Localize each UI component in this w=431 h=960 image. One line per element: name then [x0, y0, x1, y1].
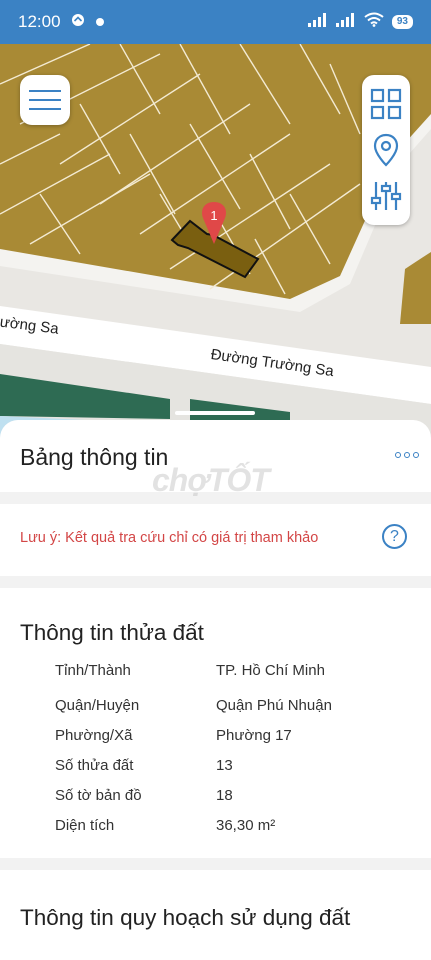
- more-icon[interactable]: [395, 448, 425, 462]
- wifi-icon: [364, 12, 384, 32]
- row-value: Phường 17: [216, 727, 292, 744]
- more-dot: [413, 452, 419, 458]
- panel-header: Bảng thông tin chợTỐT: [0, 420, 431, 498]
- grid-icon[interactable]: [366, 84, 406, 124]
- row-value: 13: [216, 757, 233, 774]
- menu-icon-bar: [29, 90, 61, 92]
- row-label: Số thửa đất: [55, 757, 134, 774]
- row-label: Quận/Huyện: [55, 697, 140, 714]
- signal-icon: [307, 12, 328, 32]
- menu-icon-bar: [29, 99, 61, 101]
- sliders-icon[interactable]: [366, 176, 406, 216]
- row-label: Tỉnh/Thành: [55, 662, 131, 679]
- battery-icon: 93: [391, 15, 413, 29]
- row-value: Quận Phú Nhuận: [216, 697, 332, 714]
- row-label: Diện tích: [55, 817, 115, 834]
- notification-icon: [71, 12, 85, 32]
- status-time: 12:00: [18, 12, 61, 31]
- row-label: Phường/Xã: [55, 727, 133, 744]
- row-value: TP. Hồ Chí Minh: [216, 662, 325, 679]
- svg-text:1: 1: [210, 208, 217, 223]
- signal-icon-2: [335, 12, 356, 32]
- map-tools: [362, 75, 410, 225]
- menu-button[interactable]: [20, 75, 70, 125]
- more-dot: [404, 452, 410, 458]
- menu-icon-bar: [29, 108, 61, 110]
- status-bar: 12:00 93: [0, 0, 431, 44]
- planning-card: Thông tin quy hoạch sử dụng đất: [0, 870, 431, 960]
- info-panel: Bảng thông tin chợTỐT Lưu ý: Kết quả tra…: [0, 420, 431, 960]
- note-card: Lưu ý: Kết quả tra cứu chỉ có giá trị th…: [0, 504, 431, 576]
- help-icon[interactable]: ?: [382, 524, 407, 549]
- more-dot: [395, 452, 401, 458]
- planning-section-title: Thông tin quy hoạch sử dụng đất: [20, 905, 351, 930]
- row-value: 18: [216, 787, 233, 804]
- row-label: Số tờ bản đồ: [55, 787, 142, 804]
- drag-handle[interactable]: [175, 411, 255, 415]
- panel-title: Bảng thông tin: [20, 444, 169, 470]
- location-pin-icon[interactable]: [366, 130, 406, 170]
- cadastral-map[interactable]: 1 rường Sa Đường Trường Sa: [0, 44, 431, 440]
- note-text: Lưu ý: Kết quả tra cứu chỉ có giá trị th…: [20, 530, 319, 546]
- land-info-card: Thông tin thửa đất Tỉnh/Thành TP. Hồ Chí…: [0, 588, 431, 858]
- row-value: 36,30 m²: [216, 817, 276, 834]
- watermark-logo: chợTỐT: [152, 462, 270, 498]
- dot-icon: [95, 12, 105, 32]
- land-section-title: Thông tin thửa đất: [20, 620, 204, 645]
